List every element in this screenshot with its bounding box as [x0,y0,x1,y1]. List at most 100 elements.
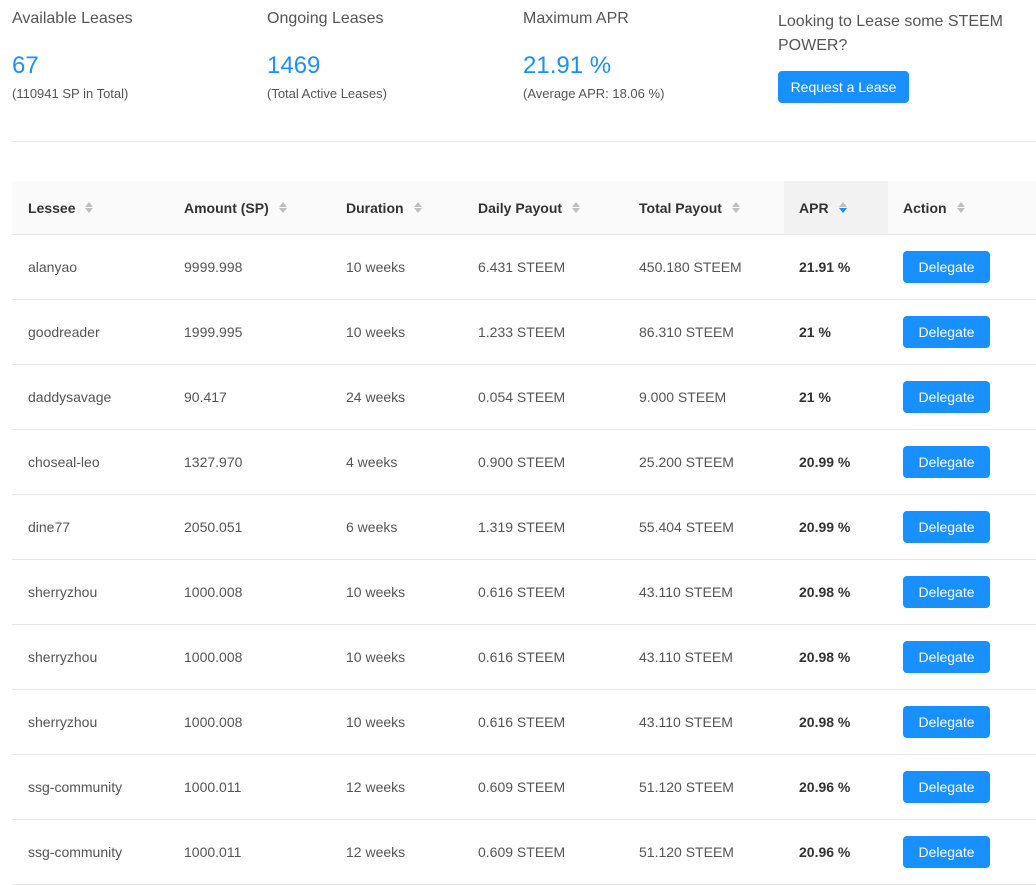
stat-subtitle: (Total Active Leases) [267,86,387,101]
sort-icon [413,202,422,213]
cell-action: Delegate [903,625,990,689]
cell-amount: 2050.051 [184,519,243,535]
cell-duration: 4 weeks [346,454,398,470]
cell-daily-payout: 0.616 STEEM [478,714,566,730]
cell-amount: 9999.998 [184,259,243,275]
table-row: goodreader 1999.995 10 weeks 1.233 STEEM 86.… [12,300,1036,365]
table-row: ssg-community 1000.011 12 weeks 0.609 STEEM… [12,820,1036,885]
column-header-lessee[interactable]: Lessee [28,181,94,234]
cell-duration: 10 weeks [346,649,406,665]
table-row: sherryzhou 1000.008 10 weeks 0.616 STEEM 43.… [12,690,1036,755]
cell-total-payout: 43.110 STEEM [639,714,733,730]
delegate-button[interactable]: Delegate [903,381,990,413]
sort-icon [956,202,965,213]
column-label: Amount (SP) [184,199,269,216]
column-label: Action [903,199,947,216]
table-header: Lessee Amount (SP) Duration Daily Payout… [12,181,1036,235]
cell-apr: 20.96 % [799,779,851,795]
cell-lessee: sherryzhou [28,649,98,665]
cell-daily-payout: 0.609 STEEM [478,844,566,860]
table-row: ssg-community 1000.011 12 weeks 0.609 STEEM… [12,755,1036,820]
delegate-button[interactable]: Delegate [903,576,990,608]
cta-title: Looking to Lease some STEEM POWER? [778,13,1004,54]
delegate-button[interactable]: Delegate [903,706,990,738]
cell-apr: 20.96 % [799,844,851,860]
stat-title: Available Leases [12,10,133,27]
cell-duration: 12 weeks [346,779,406,795]
cell-apr: 21 % [799,389,831,405]
cell-daily-payout: 0.054 STEEM [478,389,566,405]
table-row: choseal-leo 1327.970 4 weeks 0.900 STEEM 25.… [12,430,1036,495]
stat-value: 1469 [267,52,321,79]
table-row: sherryzhou 1000.008 10 weeks 0.616 STEEM 43.… [12,625,1036,690]
cell-total-payout: 43.110 STEEM [639,584,733,600]
cell-apr: 20.99 % [799,454,851,470]
cell-action: Delegate [903,755,990,819]
cell-daily-payout: 1.233 STEEM [478,324,566,340]
sort-desc-icon [838,202,847,213]
cell-duration: 12 weeks [346,844,406,860]
table-body: alanyao 9999.998 10 weeks 6.431 STEEM 450.18… [12,235,1036,885]
cell-lessee: daddysavage [28,389,112,405]
cell-action: Delegate [903,690,990,754]
cell-duration: 10 weeks [346,714,406,730]
cell-apr: 21 % [799,324,831,340]
stat-title: Maximum APR [523,10,629,27]
cell-action: Delegate [903,820,990,884]
delegate-button[interactable]: Delegate [903,251,990,283]
cell-duration: 10 weeks [346,584,406,600]
column-header-amount[interactable]: Amount (SP) [184,181,287,234]
delegate-button[interactable]: Delegate [903,771,990,803]
stat-title: Ongoing Leases [267,10,384,27]
cell-duration: 6 weeks [346,519,398,535]
column-label: Duration [346,199,404,216]
cell-daily-payout: 6.431 STEEM [478,259,566,275]
stat-subtitle: (110941 SP in Total) [12,86,129,101]
column-label: Daily Payout [478,199,563,216]
cell-apr: 20.98 % [799,584,851,600]
table-row: alanyao 9999.998 10 weeks 6.431 STEEM 450.18… [12,235,1036,300]
stat-subtitle: (Average APR: 18.06 %) [523,86,665,101]
cell-lessee: choseal-leo [28,454,100,470]
request-lease-button[interactable]: Request a Lease [778,71,909,103]
sort-icon [572,202,581,213]
cell-lessee: sherryzhou [28,714,98,730]
cell-lessee: ssg-community [28,844,123,860]
sort-icon [731,202,740,213]
column-header-duration[interactable]: Duration [346,181,422,234]
cell-lessee: ssg-community [28,779,123,795]
table-row: sherryzhou 1000.008 10 weeks 0.616 STEEM 43.… [12,560,1036,625]
column-header-action[interactable]: Action [903,181,965,234]
cell-lessee: sherryzhou [28,584,98,600]
column-label: APR [799,199,829,216]
cell-apr: 20.98 % [799,714,851,730]
stat-value: 67 [12,52,39,79]
cell-duration: 10 weeks [346,259,406,275]
cell-lessee: dine77 [28,519,71,535]
cell-action: Delegate [903,430,990,494]
delegate-button[interactable]: Delegate [903,316,990,348]
column-label: Total Payout [639,199,722,216]
cell-total-payout: 55.404 STEEM [639,519,734,535]
cell-daily-payout: 0.616 STEEM [478,584,566,600]
table-row: daddysavage 90.417 24 weeks 0.054 STEEM 9.00… [12,365,1036,430]
column-header-total-payout[interactable]: Total Payout [639,181,740,234]
delegate-button[interactable]: Delegate [903,836,990,868]
column-header-daily-payout[interactable]: Daily Payout [478,181,581,234]
column-header-apr[interactable]: APR [799,181,847,234]
delegate-button[interactable]: Delegate [903,446,990,478]
delegate-button[interactable]: Delegate [903,641,990,673]
cell-amount: 1000.011 [184,844,242,860]
cell-total-payout: 86.310 STEEM [639,324,734,340]
cell-daily-payout: 0.900 STEEM [478,454,566,470]
cell-action: Delegate [903,495,990,559]
delegate-button[interactable]: Delegate [903,511,990,543]
cell-action: Delegate [903,365,990,429]
cell-lessee: alanyao [28,259,78,275]
cell-amount: 1000.011 [184,779,242,795]
stat-value: 21.91 % [523,52,612,79]
section-divider [12,141,1036,142]
cell-apr: 20.99 % [799,519,851,535]
table-row: dine77 2050.051 6 weeks 1.319 STEEM 55.404 S… [12,495,1036,560]
cell-lessee: goodreader [28,324,100,340]
